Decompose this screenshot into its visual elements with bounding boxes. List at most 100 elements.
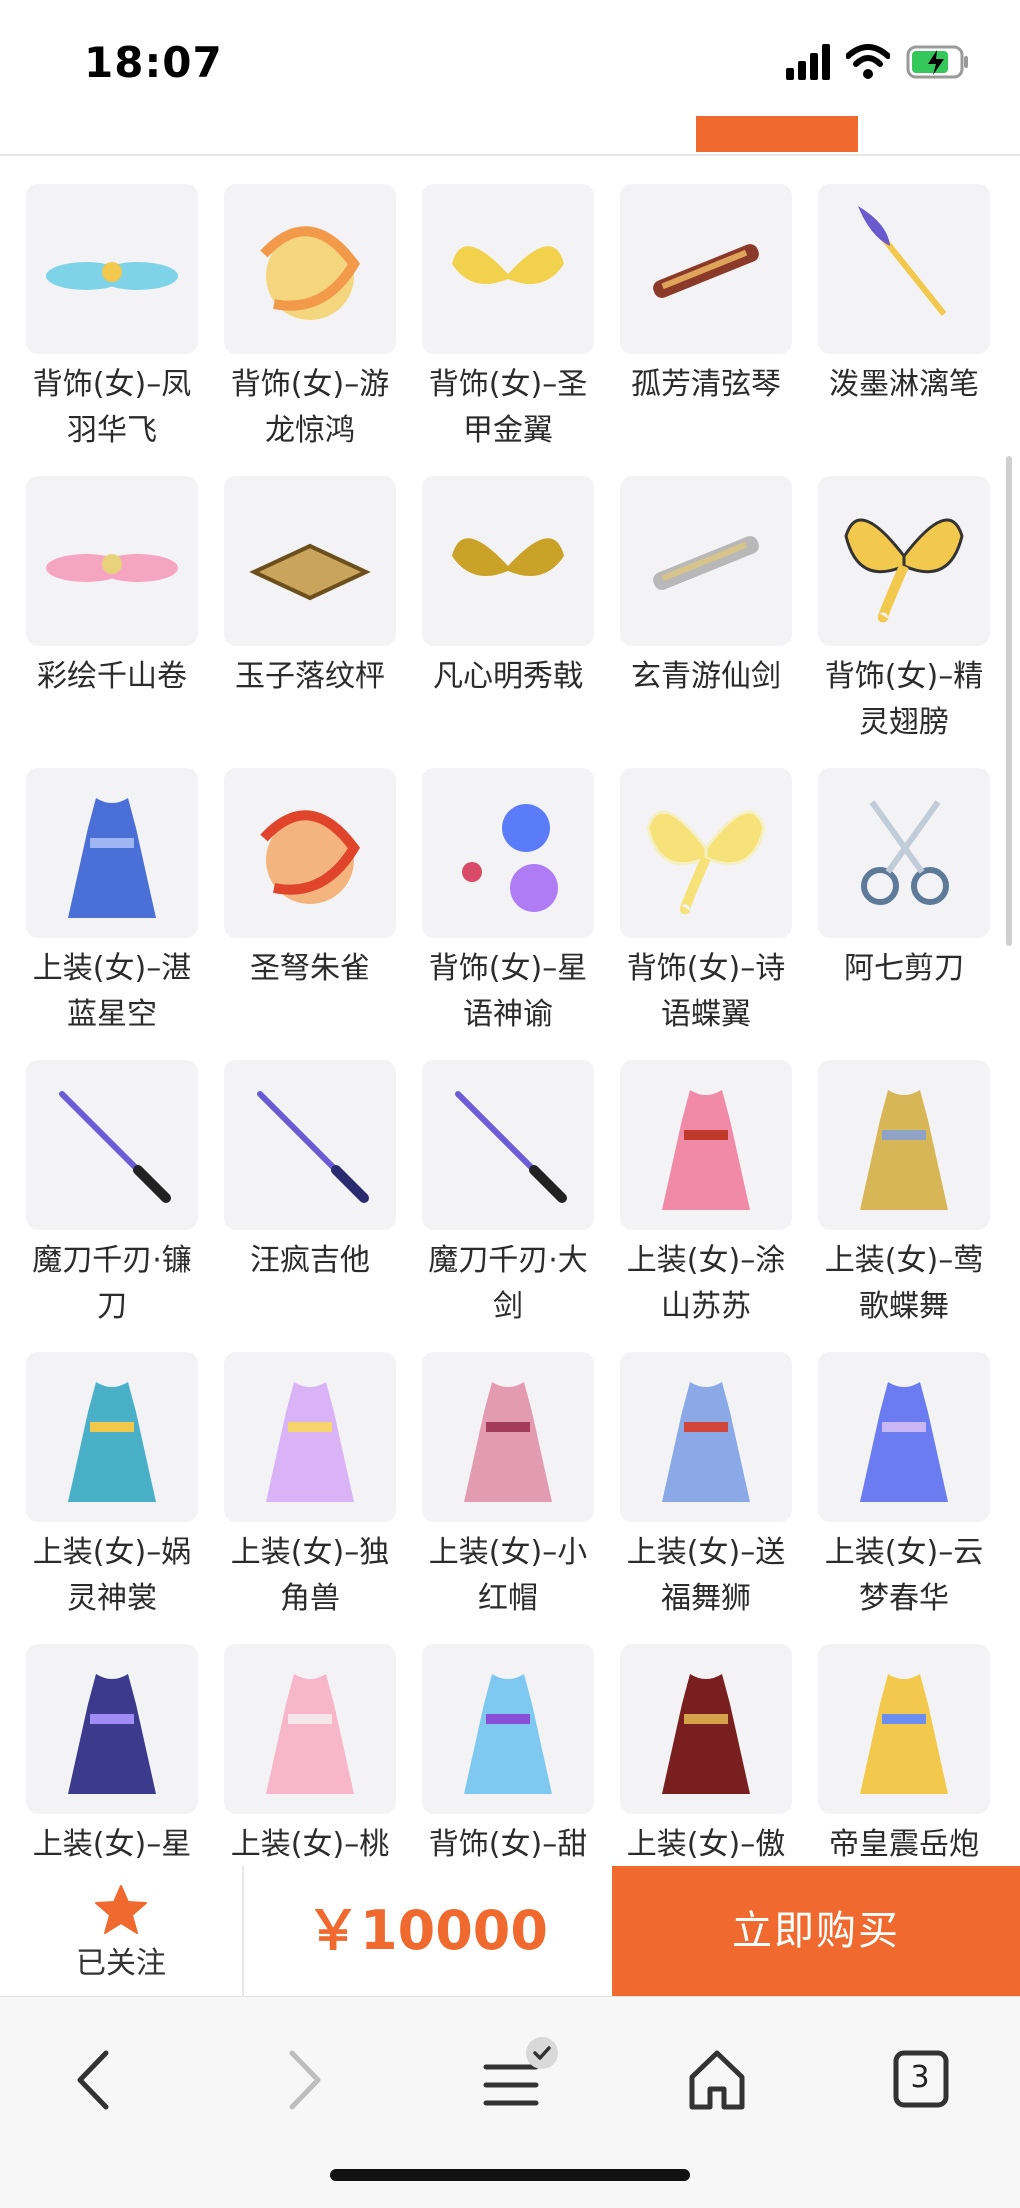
item-grid: 背饰(女)–凤羽华飞 背饰(女)–游龙惊鸿 背饰(女)–圣甲金翼 孤芳清弦琴 泼墨淋漓笔… [26,184,990,1866]
purchase-bar: 已关注 ￥10000 立即购买 [0,1866,1020,1996]
grid-item[interactable]: 背饰(女)–圣甲金翼 [422,184,594,476]
grid-item[interactable]: 背饰(女)–甜 [422,1644,594,1866]
cannon-icon [818,1644,990,1814]
follow-label: 已关注 [76,1946,166,1981]
go-board-icon [224,476,396,646]
item-name: 背饰(女)–精灵翅膀 [824,659,984,740]
blue-dragon-pet-icon [422,1644,594,1814]
item-name: 玄青游仙剑 [631,659,781,694]
grid-item[interactable]: 上装(女)–星 [26,1644,198,1866]
tabs-count: 3 [910,2060,930,2095]
grid-item[interactable]: 玄青游仙剑 [620,476,792,768]
forward-button[interactable] [258,2035,348,2125]
golden-wings-icon [422,184,594,354]
item-name: 上装(女)–莺歌蝶舞 [824,1243,984,1324]
star-icon [94,1884,148,1940]
item-name: 上装(女)–小红帽 [428,1535,588,1616]
grid-item[interactable]: 上装(女)–独角兽 [224,1352,396,1644]
grid-item[interactable]: 魔刀千刃·镰刀 [26,1060,198,1352]
item-name: 上装(女)–独角兽 [230,1535,390,1616]
grid-item[interactable]: 孤芳清弦琴 [620,184,792,476]
butterfly-wings-icon [818,476,990,646]
grid-item[interactable]: 玉子落纹枰 [224,476,396,768]
scroll-icon [26,476,198,646]
item-name: 上装(女)–涂山苏苏 [626,1243,786,1324]
lion-dance-outfit-icon [620,1352,792,1522]
dark-red-costume-icon [620,1644,792,1814]
item-name: 上装(女)–送福舞狮 [626,1535,786,1616]
grid-item[interactable]: 上装(女)–湛蓝星空 [26,768,198,1060]
status-icons [786,44,976,84]
item-grid-viewport[interactable]: 背饰(女)–凤羽华飞 背饰(女)–游龙惊鸿 背饰(女)–圣甲金翼 孤芳清弦琴 泼墨淋漓笔… [0,156,1020,1866]
grid-item[interactable]: 帝皇震岳炮 [818,1644,990,1866]
cellular-signal-icon [786,44,832,84]
phoenix-wings-icon [26,184,198,354]
buy-now-button[interactable]: 立即购买 [612,1866,1020,1996]
grid-item[interactable]: 上装(女)–云梦春华 [818,1352,990,1644]
grid-item[interactable]: 魔刀千刃·大剑 [422,1060,594,1352]
grid-item[interactable]: 上装(女)–桃 [224,1644,396,1866]
grid-item[interactable]: 阿七剪刀 [818,768,990,1060]
item-name: 圣弩朱雀 [250,951,370,986]
grid-item[interactable]: 泼墨淋漓笔 [818,184,990,476]
item-name: 背饰(女)–凤羽华飞 [32,367,192,448]
grid-item[interactable]: 上装(女)–小红帽 [422,1352,594,1644]
grid-item[interactable]: 上装(女)–送福舞狮 [620,1352,792,1644]
item-name: 背饰(女)–游龙惊鸿 [230,367,390,448]
teal-costume-icon [26,1352,198,1522]
item-name: 上装(女)–娲灵神裳 [32,1535,192,1616]
grid-item[interactable]: 上装(女)–涂山苏苏 [620,1060,792,1352]
scissors-icon [818,768,990,938]
home-button[interactable] [672,2035,762,2125]
item-name: 孤芳清弦琴 [631,367,781,402]
scrollbar[interactable] [1006,456,1012,946]
grid-item[interactable]: 彩绘千山卷 [26,476,198,768]
item-name: 魔刀千刃·大剑 [428,1243,588,1324]
item-name: 玉子落纹枰 [235,659,385,694]
grid-item[interactable]: 圣弩朱雀 [224,768,396,1060]
guitar-icon [224,1060,396,1230]
active-tab-indicator[interactable] [696,116,858,152]
halberd-icon [422,476,594,646]
star-orbs-icon [422,768,594,938]
blue-dress-icon [26,768,198,938]
item-name: 上装(女)–星 [32,1827,192,1862]
grid-item[interactable]: 背饰(女)–凤羽华飞 [26,184,198,476]
item-name: 汪疯吉他 [250,1243,370,1278]
grid-item[interactable]: 背饰(女)–诗语蝶翼 [620,768,792,1060]
follow-button[interactable]: 已关注 [0,1866,244,1996]
item-name: 上装(女)–湛蓝星空 [32,951,192,1032]
unicorn-outfit-icon [224,1352,396,1522]
grid-item[interactable]: 背饰(女)–星语神谕 [422,768,594,1060]
menu-icon [483,2037,558,2106]
item-name: 背饰(女)–星语神谕 [428,951,588,1032]
grid-item[interactable]: 汪疯吉他 [224,1060,396,1352]
back-icon [77,2050,109,2110]
navy-costume-icon [26,1644,198,1814]
grid-item[interactable]: 上装(女)–莺歌蝶舞 [818,1060,990,1352]
menu-button[interactable] [466,2035,558,2125]
item-name: 泼墨淋漓笔 [829,367,979,402]
browser-toolbar: 3 [0,1996,1020,2208]
twin-swords-icon [620,476,792,646]
item-name: 阿七剪刀 [844,951,964,986]
header-strip [0,116,1020,156]
brush-icon [818,184,990,354]
item-name: 帝皇震岳炮 [829,1827,979,1862]
grid-item[interactable]: 背饰(女)–游龙惊鸿 [224,184,396,476]
item-name: 上装(女)–桃 [230,1827,390,1862]
gold-costume-icon [818,1060,990,1230]
back-button[interactable] [50,2035,140,2125]
grid-item[interactable]: 上装(女)–娲灵神裳 [26,1352,198,1644]
katana-icon [26,1060,198,1230]
peach-kimono-icon [224,1644,396,1814]
katana-icon [422,1060,594,1230]
home-indicator [330,2169,690,2181]
pink-dress-icon [422,1352,594,1522]
grid-item[interactable]: 凡心明秀戟 [422,476,594,768]
wifi-icon [845,44,891,84]
forward-icon [289,2050,321,2110]
tabs-button[interactable]: 3 [876,2035,966,2125]
grid-item[interactable]: 上装(女)–傲 [620,1644,792,1866]
grid-item[interactable]: 背饰(女)–精灵翅膀 [818,476,990,768]
